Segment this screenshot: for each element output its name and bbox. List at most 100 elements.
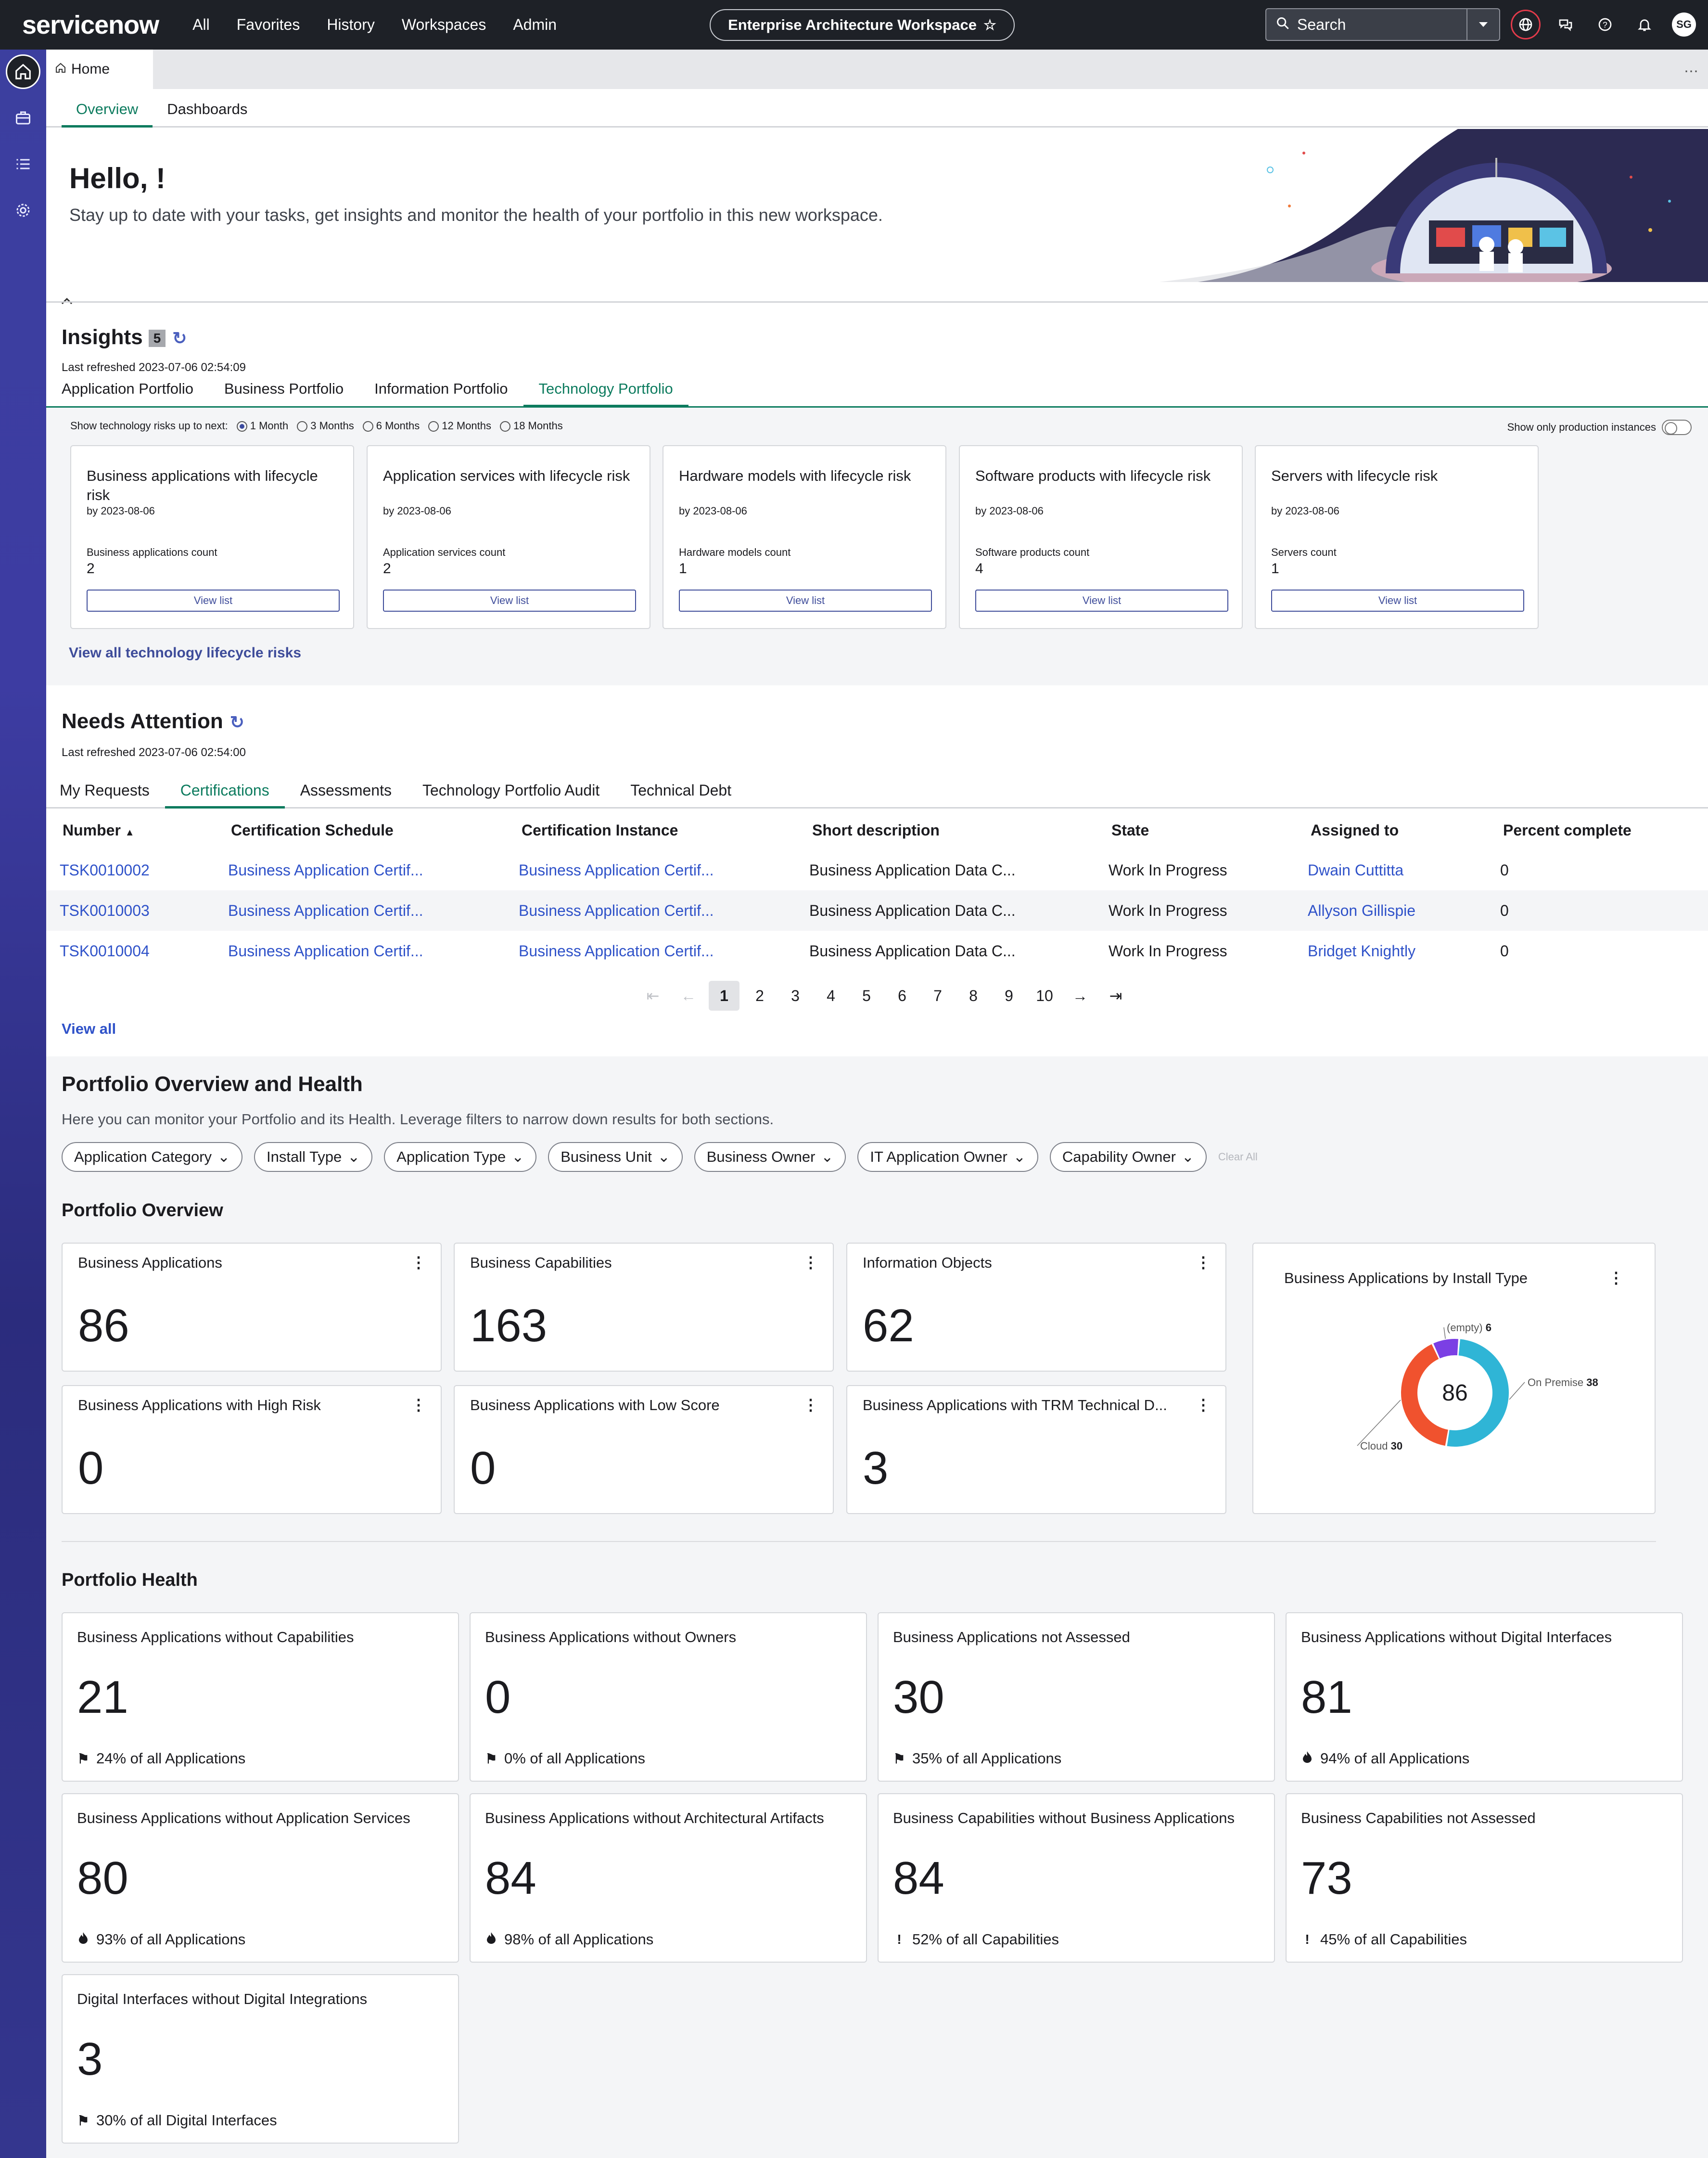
filter-capability-owner[interactable]: Capability Owner ⌄ (1049, 1142, 1207, 1172)
column-header-assigned[interactable]: Assigned to (1294, 810, 1487, 850)
page-1[interactable]: 1 (709, 981, 739, 1011)
more-options-icon[interactable]: ⋮ (803, 1396, 818, 1414)
radio-6-months[interactable]: 6 Months (362, 420, 420, 432)
overview-card[interactable]: Business Applications ⋮ 86 (62, 1243, 442, 1372)
column-header-number[interactable]: Number ▲ (46, 810, 215, 850)
health-card[interactable]: Digital Interfaces without Digital Integ… (62, 1974, 459, 2144)
column-header-percent[interactable]: Percent complete (1487, 810, 1708, 850)
notifications-bell-icon[interactable] (1630, 9, 1659, 40)
tab-certifications[interactable]: Certifications (165, 774, 285, 809)
briefcase-icon[interactable] (6, 101, 40, 135)
page-3[interactable]: 3 (778, 981, 813, 1011)
tab-assessments[interactable]: Assessments (285, 774, 407, 809)
assigned-to-link[interactable]: Bridget Knightly (1294, 931, 1487, 971)
tab-business-portfolio[interactable]: Business Portfolio (209, 380, 359, 407)
radio-1-month[interactable]: 1 Month (236, 420, 288, 432)
view-list-button[interactable]: View list (1271, 590, 1524, 612)
health-card[interactable]: Business Applications without Owners 0 ⚑ 0%… (470, 1612, 867, 1782)
donut-slice-empty[interactable] (1433, 1339, 1458, 1359)
filter-install-type[interactable]: Install Type ⌄ (254, 1142, 373, 1172)
filter-business-owner[interactable]: Business Owner ⌄ (694, 1142, 846, 1172)
radio-18-months[interactable]: 18 Months (499, 420, 563, 432)
schedule-link[interactable]: Business Application Certif... (215, 850, 505, 890)
column-header-schedule[interactable]: Certification Schedule (215, 810, 505, 850)
task-number-link[interactable]: TSK0010004 (46, 931, 215, 971)
tab-application-portfolio[interactable]: Application Portfolio (46, 380, 209, 407)
page-6[interactable]: 6 (884, 981, 920, 1011)
star-icon[interactable]: ☆ (983, 17, 996, 34)
first-page-icon[interactable]: ⇤ (635, 981, 671, 1011)
more-options-icon[interactable]: ⋮ (1196, 1253, 1211, 1272)
user-avatar[interactable]: SG (1672, 13, 1696, 37)
gear-icon[interactable] (6, 193, 40, 228)
next-page-icon[interactable]: → (1062, 981, 1098, 1011)
menu-favorites[interactable]: Favorites (237, 16, 300, 34)
list-icon[interactable] (6, 147, 40, 181)
page-4[interactable]: 4 (813, 981, 849, 1011)
column-header-instance[interactable]: Certification Instance (505, 810, 796, 850)
tab-home[interactable]: Home (46, 50, 153, 89)
view-all-link[interactable]: View all (62, 1020, 116, 1038)
column-header-state[interactable]: State (1095, 810, 1294, 850)
global-search[interactable]: Search (1265, 8, 1500, 41)
chevron-down-icon[interactable] (1466, 9, 1499, 40)
page-10[interactable]: 10 (1027, 981, 1062, 1011)
menu-history[interactable]: History (327, 16, 375, 34)
menu-admin[interactable]: Admin (513, 16, 557, 34)
schedule-link[interactable]: Business Application Certif... (215, 931, 505, 971)
tab-technical-debt[interactable]: Technical Debt (615, 774, 747, 809)
more-options-icon[interactable]: ⋮ (1196, 1396, 1211, 1414)
page-9[interactable]: 9 (991, 981, 1027, 1011)
last-page-icon[interactable]: ⇥ (1098, 981, 1134, 1011)
schedule-link[interactable]: Business Application Certif... (215, 890, 505, 931)
health-card[interactable]: Business Applications without Applicatio… (62, 1793, 459, 1963)
filter-application-category[interactable]: Application Category ⌄ (62, 1142, 243, 1172)
more-options-icon[interactable]: ⋮ (803, 1253, 818, 1272)
column-header-description[interactable]: Short description (796, 810, 1095, 850)
tab-information-portfolio[interactable]: Information Portfolio (359, 380, 523, 407)
overview-card[interactable]: Business Applications with Low Score ⋮ 0 (454, 1385, 834, 1514)
assigned-to-link[interactable]: Allyson Gillispie (1294, 890, 1487, 931)
health-card[interactable]: Business Applications without Digital In… (1286, 1612, 1683, 1782)
clear-all-filters[interactable]: Clear All (1218, 1151, 1258, 1163)
overview-card[interactable]: Business Capabilities ⋮ 163 (454, 1243, 834, 1372)
task-number-link[interactable]: TSK0010002 (46, 850, 215, 890)
more-icon[interactable]: ⋯ (1684, 63, 1698, 80)
filter-it-application-owner[interactable]: IT Application Owner ⌄ (857, 1142, 1038, 1172)
tab-technology-portfolio[interactable]: Technology Portfolio (523, 380, 688, 407)
filter-business-unit[interactable]: Business Unit ⌄ (548, 1142, 683, 1172)
instance-link[interactable]: Business Application Certif... (505, 850, 796, 890)
tab-my-requests[interactable]: My Requests (46, 774, 165, 809)
filter-application-type[interactable]: Application Type ⌄ (384, 1142, 537, 1172)
home-icon[interactable] (6, 54, 40, 89)
health-card[interactable]: Business Applications without Architectu… (470, 1793, 867, 1963)
health-card[interactable]: Business Capabilities not Assessed 73! 45%… (1286, 1793, 1683, 1963)
page-2[interactable]: 2 (742, 981, 778, 1011)
globe-icon[interactable] (1511, 10, 1541, 39)
collapse-chevron-icon[interactable] (61, 293, 73, 309)
donut-slice-cloud[interactable] (1401, 1344, 1448, 1446)
instance-link[interactable]: Business Application Certif... (505, 890, 796, 931)
health-card[interactable]: Business Applications not Assessed 30 ⚑ 35%… (878, 1612, 1275, 1782)
refresh-icon[interactable]: ↻ (172, 328, 187, 348)
health-card[interactable]: Business Capabilities without Business A… (878, 1793, 1275, 1963)
overview-card[interactable]: Information Objects ⋮ 62 (846, 1243, 1226, 1372)
view-all-tech-risks-link[interactable]: View all technology lifecycle risks (69, 645, 301, 661)
more-options-icon[interactable]: ⋮ (411, 1253, 426, 1272)
tab-technology-portfolio-audit[interactable]: Technology Portfolio Audit (407, 774, 615, 809)
tab-overview[interactable]: Overview (62, 89, 153, 128)
page-7[interactable]: 7 (920, 981, 956, 1011)
page-8[interactable]: 8 (956, 981, 991, 1011)
view-list-button[interactable]: View list (679, 590, 932, 612)
instance-link[interactable]: Business Application Certif... (505, 931, 796, 971)
radio-12-months[interactable]: 12 Months (428, 420, 491, 432)
menu-all[interactable]: All (192, 16, 210, 34)
view-list-button[interactable]: View list (383, 590, 636, 612)
overview-card[interactable]: Business Applications with High Risk ⋮ 0 (62, 1385, 442, 1514)
tab-dashboards[interactable]: Dashboards (153, 89, 262, 128)
page-5[interactable]: 5 (849, 981, 884, 1011)
view-list-button[interactable]: View list (87, 590, 340, 612)
help-icon[interactable]: ? (1591, 9, 1619, 40)
health-card[interactable]: Business Applications without Capabiliti… (62, 1612, 459, 1782)
previous-page-icon[interactable]: ← (671, 981, 706, 1011)
